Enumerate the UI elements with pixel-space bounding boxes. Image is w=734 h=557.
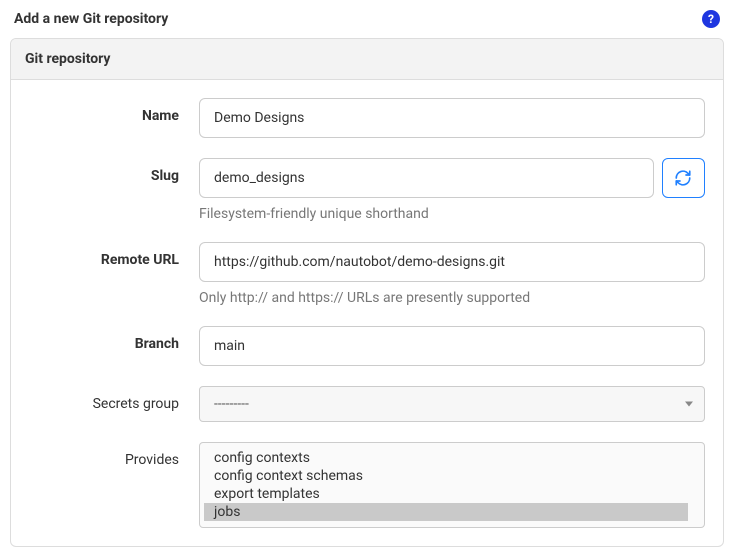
help-icon[interactable]: ? — [702, 10, 720, 28]
refresh-icon — [674, 169, 692, 187]
secrets-group-label: Secrets group — [29, 386, 199, 412]
provides-option[interactable]: export templates — [204, 485, 688, 503]
chevron-down-icon — [685, 402, 693, 407]
name-input[interactable] — [199, 98, 705, 138]
provides-label: Provides — [29, 442, 199, 468]
remote-url-label: Remote URL — [29, 242, 199, 268]
slug-label: Slug — [29, 158, 199, 184]
branch-label: Branch — [29, 326, 199, 352]
panel-title: Git repository — [11, 39, 723, 80]
slug-input[interactable] — [199, 158, 654, 198]
slug-help-text: Filesystem-friendly unique shorthand — [199, 206, 705, 222]
git-repository-panel: Git repository Name Slug — [10, 38, 724, 547]
name-label: Name — [29, 98, 199, 124]
remote-url-help-text: Only http:// and https:// URLs are prese… — [199, 290, 705, 306]
remote-url-input[interactable] — [199, 242, 705, 282]
secrets-group-select[interactable]: --------- — [199, 386, 705, 422]
provides-option[interactable]: config contexts — [204, 449, 688, 467]
provides-option[interactable]: jobs — [204, 503, 688, 521]
provides-option[interactable]: config context schemas — [204, 467, 688, 485]
slug-refresh-button[interactable] — [662, 158, 705, 198]
branch-input[interactable] — [199, 326, 705, 366]
page-title: Add a new Git repository — [14, 11, 168, 27]
secrets-group-value: --------- — [214, 396, 249, 412]
provides-multiselect[interactable]: config contextsconfig context schemasexp… — [199, 442, 705, 528]
